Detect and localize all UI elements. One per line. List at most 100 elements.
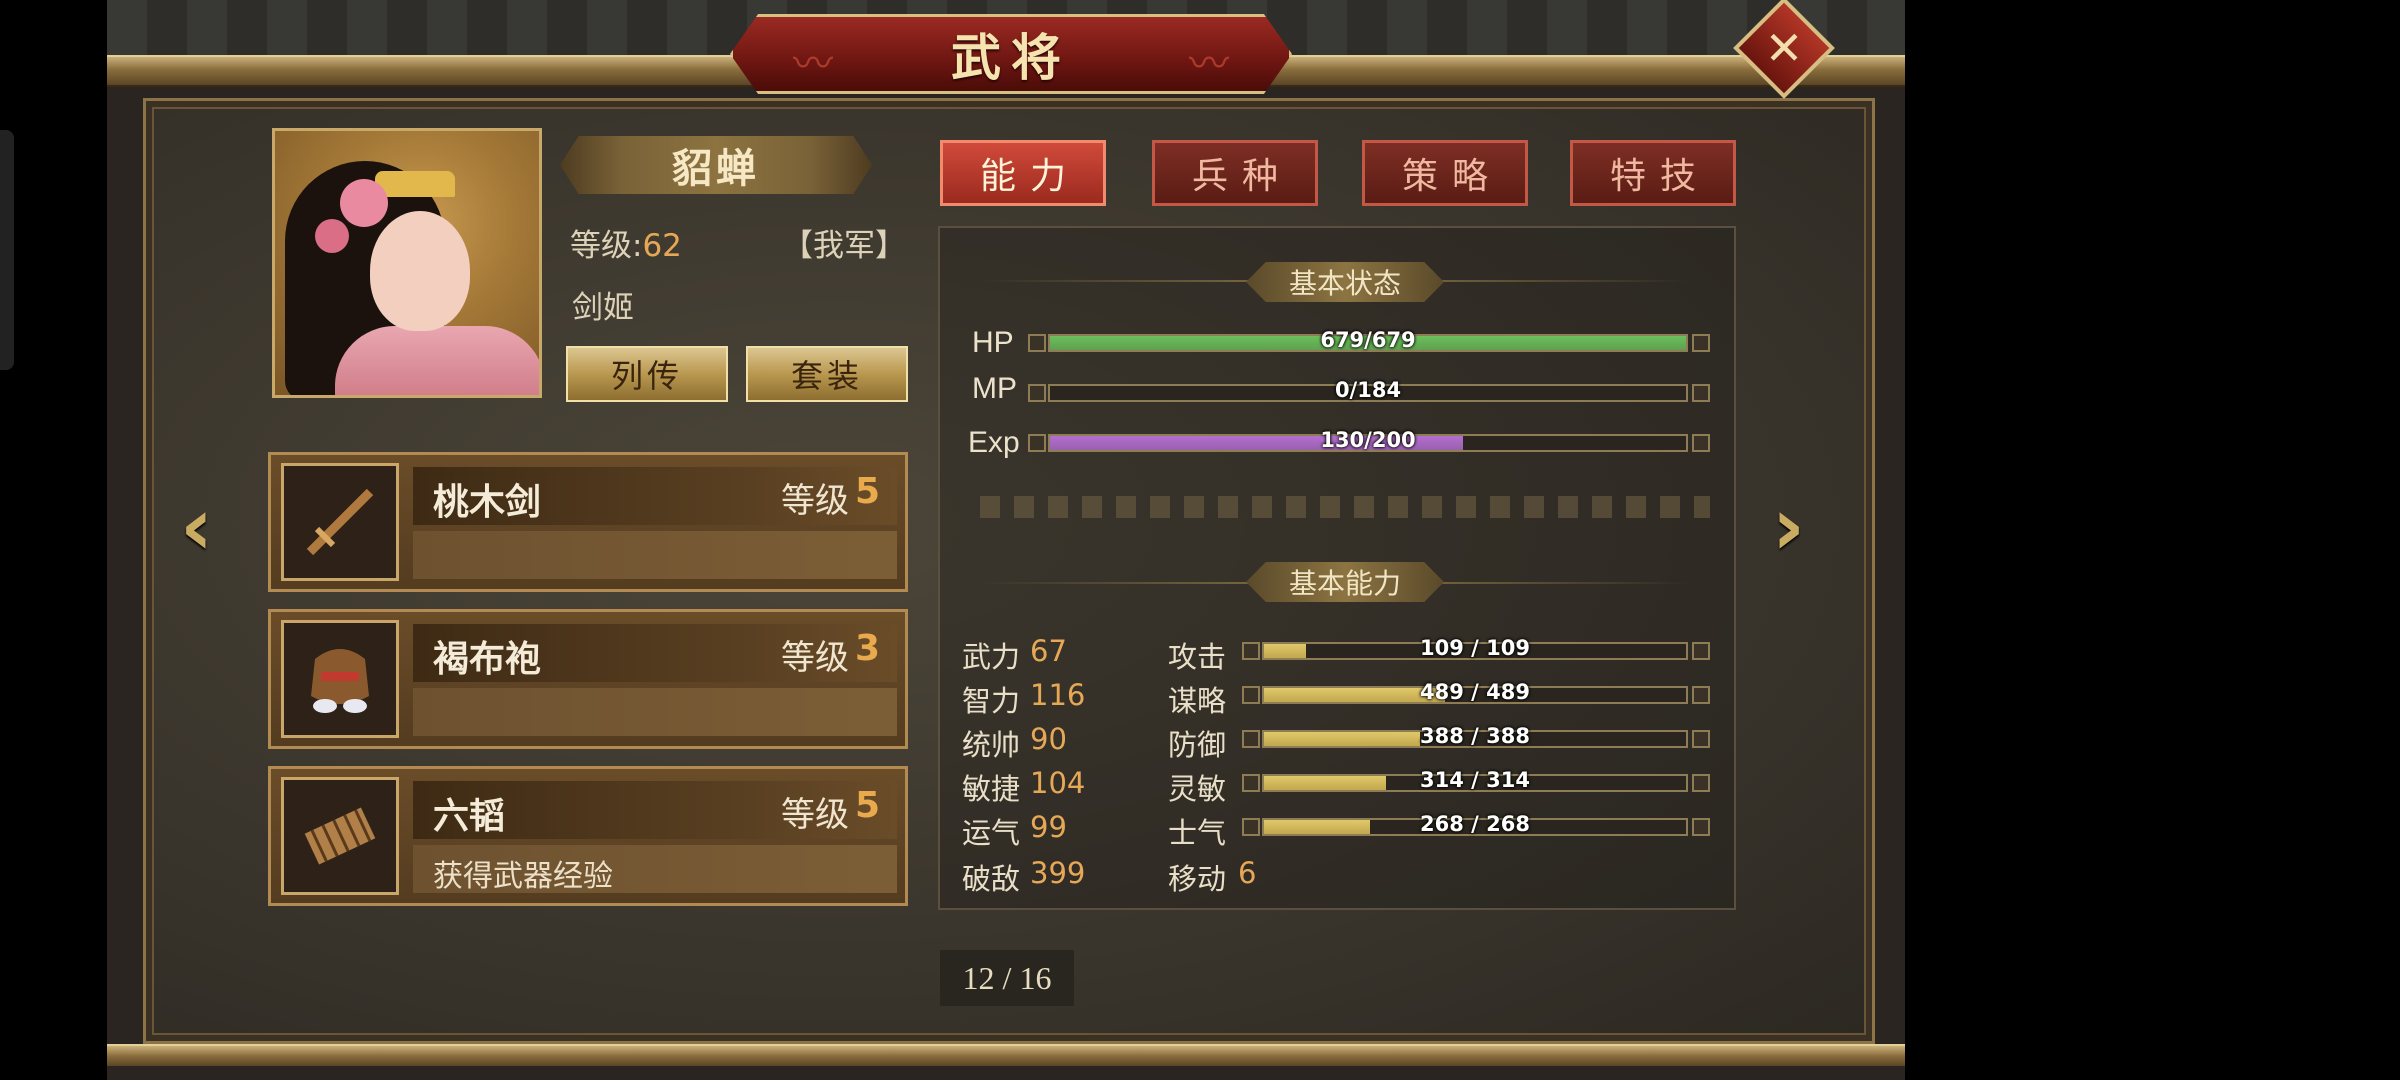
faction-label: 【我军】 — [782, 228, 906, 264]
swirl-ornament-icon: 〰 — [1189, 41, 1229, 87]
equipment-slot[interactable]: 桃木剑 等级 5 — [268, 452, 908, 592]
bar-cap-icon — [1242, 730, 1260, 748]
bar-cap-icon — [1692, 334, 1710, 352]
page-text: 12 / 16 — [962, 959, 1052, 996]
attr-name: 士气 — [1168, 816, 1227, 850]
equip-level: 5 — [855, 471, 881, 512]
bar-cap-icon — [1028, 334, 1046, 352]
hero-class: 剑姬 — [572, 290, 634, 326]
bar-cap-icon — [1242, 642, 1260, 660]
defense-value: 388 / 388 — [1420, 724, 1530, 748]
attr-value: 116 — [1030, 678, 1086, 712]
equip-name: 褐布袍 — [433, 639, 542, 680]
agility-value: 314 / 314 — [1420, 768, 1530, 792]
sword-icon — [281, 463, 399, 581]
bar-cap-icon — [1242, 774, 1260, 792]
bar-cap-icon — [1692, 434, 1710, 452]
agility-bar: 314 / 314 — [1262, 768, 1688, 792]
equip-desc-row — [413, 688, 897, 736]
defense-bar: 388 / 388 — [1262, 724, 1688, 748]
attr-name: 智力 — [962, 684, 1021, 718]
next-hero-arrow-icon[interactable]: › — [1772, 480, 1805, 573]
biography-button-label: 列传 — [610, 357, 683, 395]
scroll-icon — [281, 777, 399, 895]
hp-label: HP — [972, 326, 1014, 359]
attr-name: 谋略 — [1168, 684, 1227, 718]
bar-cap-icon — [1692, 686, 1710, 704]
biography-button[interactable]: 列传 — [566, 346, 728, 402]
exp-bar: 130/200 — [1048, 428, 1688, 452]
tab-ability[interactable]: 能力 — [940, 140, 1106, 206]
bottom-frame-bar — [107, 1044, 1905, 1066]
strategy-bar: 489 / 489 — [1262, 680, 1688, 704]
basic-status-header: 基本状态 — [1246, 262, 1444, 302]
exp-label: Exp — [968, 426, 1020, 459]
attr-name: 攻击 — [1168, 640, 1227, 674]
equip-name: 六韬 — [433, 796, 506, 837]
armor-icon — [281, 620, 399, 738]
equip-level-label: 等级 — [781, 795, 849, 835]
strategy-value: 489 / 489 — [1420, 680, 1530, 704]
attr-name: 运气 — [962, 816, 1021, 850]
hero-level-row: 等级:62 — [570, 220, 682, 265]
portrait-crown — [375, 171, 455, 197]
equipment-slot[interactable]: 六韬 等级 5 获得武器经验 — [268, 766, 908, 906]
hero-name-plate: 貂蝉 — [560, 136, 872, 194]
equip-level-label: 等级 — [781, 481, 849, 521]
portrait-face — [370, 211, 470, 331]
close-icon[interactable]: ✕ — [1748, 12, 1820, 84]
attr-name: 防御 — [1168, 728, 1227, 762]
bar-cap-icon — [1692, 730, 1710, 748]
tab-label: 策略 — [1401, 156, 1502, 197]
equip-level: 5 — [855, 785, 881, 826]
basic-ability-header: 基本能力 — [1246, 562, 1444, 602]
bar-cap-icon — [1028, 434, 1046, 452]
attr-name: 敏捷 — [962, 772, 1021, 806]
attr-value: 6 — [1238, 856, 1257, 890]
mp-bar: 0/184 — [1048, 378, 1688, 402]
hero-level: 62 — [642, 228, 682, 264]
attr-value: 104 — [1030, 766, 1086, 800]
attr-name: 灵敏 — [1168, 772, 1227, 806]
mp-value: 0/184 — [1334, 378, 1402, 402]
attr-value: 99 — [1030, 810, 1067, 844]
equip-desc: 获得武器经验 — [433, 859, 613, 894]
flower-icon — [340, 179, 388, 227]
attr-name: 移动 — [1168, 862, 1227, 896]
attack-value: 109 / 109 — [1420, 636, 1530, 660]
attr-value: 399 — [1030, 856, 1086, 890]
set-button-label: 套装 — [790, 357, 863, 395]
level-label: 等级: — [570, 228, 643, 264]
section-title: 基本能力 — [1288, 567, 1401, 600]
mp-label: MP — [972, 372, 1017, 405]
hp-bar: 679/679 — [1048, 328, 1688, 352]
prev-hero-arrow-icon[interactable]: ‹ — [180, 480, 213, 573]
attr-name: 破敌 — [962, 862, 1021, 896]
edge-handle — [0, 130, 14, 370]
tab-troops[interactable]: 兵种 — [1152, 140, 1318, 206]
attr-name: 统帅 — [962, 728, 1021, 762]
bar-cap-icon — [1692, 642, 1710, 660]
equip-name: 桃木剑 — [433, 482, 542, 523]
page-indicator: 12 / 16 — [940, 950, 1074, 1006]
attr-value: 90 — [1030, 722, 1067, 756]
tab-label: 特技 — [1609, 156, 1710, 197]
attr-value: 67 — [1030, 634, 1067, 668]
morale-bar: 268 / 268 — [1262, 812, 1688, 836]
equip-level: 3 — [855, 628, 881, 669]
exp-value: 130/200 — [1320, 428, 1416, 452]
bar-cap-icon — [1028, 384, 1046, 402]
swirl-ornament-icon: 〰 — [793, 41, 833, 87]
tab-label: 兵种 — [1191, 156, 1292, 197]
tab-strategy[interactable]: 策略 — [1362, 140, 1528, 206]
hp-value: 679/679 — [1320, 328, 1416, 352]
tab-skills[interactable]: 特技 — [1570, 140, 1736, 206]
window-title: 武将 — [951, 28, 1071, 87]
equip-level-label: 等级 — [781, 638, 849, 678]
flower-icon — [315, 219, 349, 253]
bar-cap-icon — [1692, 774, 1710, 792]
attr-name: 武力 — [962, 640, 1021, 674]
equipment-slot[interactable]: 褐布袍 等级 3 — [268, 609, 908, 749]
set-button[interactable]: 套装 — [746, 346, 908, 402]
hero-portrait — [272, 128, 542, 398]
